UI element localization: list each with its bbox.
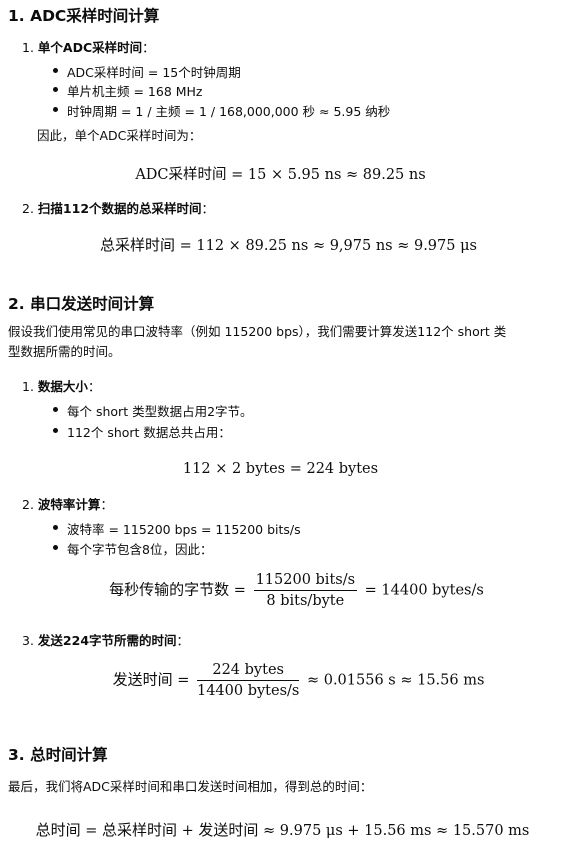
item-colon: ：: [201, 201, 215, 216]
eq-equals: =: [229, 582, 251, 599]
fraction: 224 bytes 14400 bytes/s: [196, 662, 300, 699]
s2-equation-2: 每秒传输的字节数 = 115200 bits/s 8 bits/byte = 14…: [16, 572, 561, 609]
s2-item-3: 3. 发送224字节所需的时间：: [22, 630, 189, 649]
s1-bullet-2: 单片机主频 = 168 MHz: [53, 81, 203, 100]
eq-equals: =: [80, 823, 103, 839]
eq-rhs: ≈ 9.975 μs + 15.56 ms ≈ 15.570 ms: [258, 823, 530, 839]
item-title: 扫描112个数据的总采样时间: [37, 201, 202, 216]
s1-bullet-3: 时钟周期 = 1 / 主频 = 1 / 168,000,000 秒 ≈ 5.95…: [52, 101, 390, 120]
s2-item-1: 1. 数据大小：: [22, 376, 100, 395]
fraction-denominator: 14400 bytes/s: [196, 683, 300, 699]
item-colon: ：: [142, 40, 155, 55]
eq-rhs: = 14400 bytes/s: [360, 582, 484, 599]
eq-lhs: 总时间: [35, 821, 81, 839]
s2-equation-3: 发送时间 = 224 bytes 14400 bytes/s ≈ 0.01556 …: [18, 662, 561, 699]
s3-equation: 总时间 = 总采样时间 + 发送时间 ≈ 9.975 μs + 15.56 ms…: [2, 819, 561, 840]
item-colon: ：: [87, 379, 101, 394]
item-number: 1.: [22, 379, 34, 394]
s1-item-1: 1. 单个ADC采样时间：: [22, 37, 155, 56]
item-title: 单个ADC采样时间: [37, 40, 143, 55]
s1-equation-2: 总采样时间 = 112 × 89.25 ns ≈ 9,975 ns ≈ 9.97…: [8, 234, 561, 255]
s1-item-2: 2. 扫描112个数据的总采样时间：: [22, 198, 214, 217]
eq-lhs: 总采样时间: [100, 236, 176, 254]
s1-equation-1: ADC采样时间 = 15 × 5.95 ns ≈ 89.25 ns: [0, 163, 561, 184]
s2-item-2: 2. 波特率计算：: [22, 494, 113, 513]
fraction-numerator: 224 bytes: [196, 662, 300, 681]
item-title: 发送224字节所需的时间: [37, 633, 177, 648]
eq-term-a: 总采样时间: [102, 821, 178, 839]
s1-therefore-text: 因此，单个ADC采样时间为：: [37, 128, 202, 143]
fraction: 115200 bits/s 8 bits/byte: [253, 572, 358, 609]
s2-equation-1: 112 × 2 bytes = 224 bytes: [182, 461, 379, 477]
para-line-2: 型数据所需的时间。: [8, 344, 121, 359]
s2-bullet-4: 每个字节包含8位，因此：: [52, 539, 212, 558]
s2-intro-paragraph: 假设我们使用常见的串口波特率（例如 115200 bps），我们需要计算发送11…: [8, 322, 558, 362]
eq-plus: +: [177, 823, 199, 839]
eq-rhs: ≈ 0.01556 s ≈ 15.56 ms: [302, 672, 485, 689]
item-colon: ：: [176, 633, 190, 648]
item-number: 2.: [22, 497, 34, 512]
fraction-numerator: 115200 bits/s: [253, 572, 358, 591]
eq-rhs: = 15 × 5.95 ns ≈ 89.25 ns: [226, 167, 426, 183]
eq-lhs: 发送时间: [112, 670, 173, 689]
eq-equals: =: [172, 672, 194, 689]
fraction-denominator: 8 bits/byte: [266, 593, 345, 609]
s1-bullet-1: ADC采样时间 = 15个时钟周期: [53, 62, 241, 81]
s2-bullet-3: 波特率 = 115200 bps = 115200 bits/s: [53, 519, 301, 538]
item-colon: ：: [100, 497, 113, 512]
item-number: 1.: [22, 40, 34, 55]
eq-lhs: 每秒传输的字节数: [109, 580, 230, 599]
s2-bullet-1: 每个 short 类型数据占用2字节。: [53, 401, 253, 420]
section-3-heading: 3. 总时间计算: [8, 746, 108, 764]
eq-rhs: = 112 × 89.25 ns ≈ 9,975 ns ≈ 9.975 μs: [175, 238, 477, 254]
section-2-heading: 2. 串口发送时间计算: [8, 295, 155, 313]
para-line-1: 假设我们使用常见的串口波特率（例如 115200 bps），我们需要计算发送11…: [8, 324, 507, 339]
item-title: 波特率计算: [37, 497, 101, 512]
eq-term-b: 发送时间: [198, 821, 259, 839]
item-number: 2.: [22, 201, 34, 216]
item-title: 数据大小: [37, 379, 88, 394]
item-number: 3.: [22, 633, 34, 648]
s3-paragraph: 最后，我们将ADC采样时间和串口发送时间相加，得到总的时间：: [8, 779, 373, 794]
eq-lhs: ADC采样时间: [135, 167, 227, 183]
section-1-heading: 1. ADC采样时间计算: [8, 7, 160, 25]
s2-bullet-2: 112个 short 数据总共占用：: [53, 422, 231, 441]
